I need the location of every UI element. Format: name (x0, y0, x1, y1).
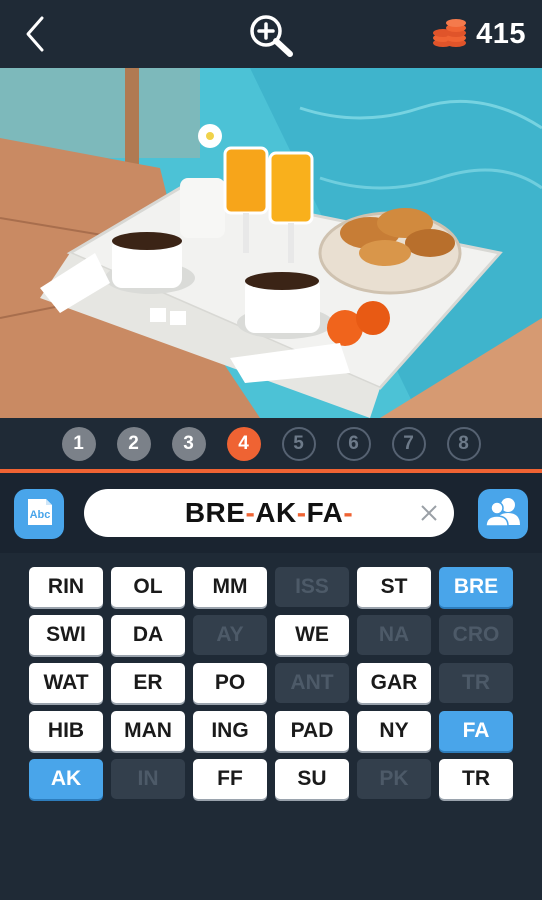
syllable-tile: ANT (275, 663, 349, 703)
answer-field[interactable]: BRE-AK-FA- (84, 489, 454, 537)
coin-count: 415 (476, 17, 526, 50)
level-dot-8[interactable]: 8 (446, 427, 481, 461)
syllable-tile-grid: RIN OL MM ISS ST BRE SWI DA AY WE NA CRO WAT ER PO ANT G… (29, 567, 513, 799)
level-dot-2[interactable]: 2 (116, 427, 151, 461)
zoom-in-icon[interactable] (246, 12, 296, 58)
chevron-left-icon[interactable] (18, 14, 54, 54)
answer-separator: - (245, 497, 256, 528)
friends-icon (485, 495, 521, 534)
syllable-tile[interactable]: NY (357, 711, 431, 751)
syllable-tile[interactable]: ING (193, 711, 267, 751)
syllable-tile[interactable]: AK (29, 759, 103, 799)
syllable-tile[interactable]: PO (193, 663, 267, 703)
abc-icon: Abc (22, 495, 56, 534)
syllable-tile[interactable]: HIB (29, 711, 103, 751)
syllable-tile: AY (193, 615, 267, 655)
syllable-tile[interactable]: OL (111, 567, 185, 607)
answer-text: BRE-AK-FA- (185, 497, 353, 529)
level-dot-5[interactable]: 5 (281, 427, 316, 461)
syllable-tile[interactable]: PAD (275, 711, 349, 751)
syllable-tile: IN (111, 759, 185, 799)
coin-stack-icon (432, 18, 468, 50)
abc-hint-button[interactable]: Abc (14, 489, 64, 539)
breakfast-tray-photo (0, 68, 542, 418)
answer-part: BRE (184, 497, 246, 528)
close-icon[interactable] (418, 502, 440, 524)
level-dot-1[interactable]: 1 (61, 427, 96, 461)
syllable-tile: NA (357, 615, 431, 655)
answer-separator: - (296, 497, 307, 528)
svg-text:Abc: Abc (30, 509, 51, 521)
syllable-tile: PK (357, 759, 431, 799)
syllable-tile[interactable]: FA (439, 711, 513, 751)
syllable-tile[interactable]: DA (111, 615, 185, 655)
level-progress: 12345678 (0, 418, 542, 470)
ask-friends-button[interactable] (478, 489, 528, 539)
top-bar: 415 (0, 0, 542, 68)
syllable-tile[interactable]: TR (439, 759, 513, 799)
answer-part: AK (255, 497, 297, 528)
syllable-tile[interactable]: MM (193, 567, 267, 607)
syllable-tile[interactable]: GAR (357, 663, 431, 703)
syllable-tile[interactable]: FF (193, 759, 267, 799)
syllable-tile[interactable]: WE (275, 615, 349, 655)
syllable-tile: CRO (439, 615, 513, 655)
level-dot-3[interactable]: 3 (171, 427, 206, 461)
coin-balance[interactable]: 415 (432, 14, 526, 54)
answer-part: FA (306, 497, 344, 528)
syllable-tile[interactable]: BRE (439, 567, 513, 607)
syllable-tile: TR (439, 663, 513, 703)
level-dot-4[interactable]: 4 (226, 427, 261, 461)
syllable-tile[interactable]: ST (357, 567, 431, 607)
syllable-tile[interactable]: SWI (29, 615, 103, 655)
syllable-tile[interactable]: RIN (29, 567, 103, 607)
syllable-tile[interactable]: ER (111, 663, 185, 703)
syllable-tile[interactable]: WAT (29, 663, 103, 703)
syllable-tile: ISS (275, 567, 349, 607)
level-dot-6[interactable]: 6 (336, 427, 371, 461)
answer-row: Abc BRE-AK-FA- (0, 473, 542, 553)
syllable-tile[interactable]: SU (275, 759, 349, 799)
level-dot-7[interactable]: 7 (391, 427, 426, 461)
answer-separator: - (343, 497, 354, 528)
syllable-tile[interactable]: MAN (111, 711, 185, 751)
